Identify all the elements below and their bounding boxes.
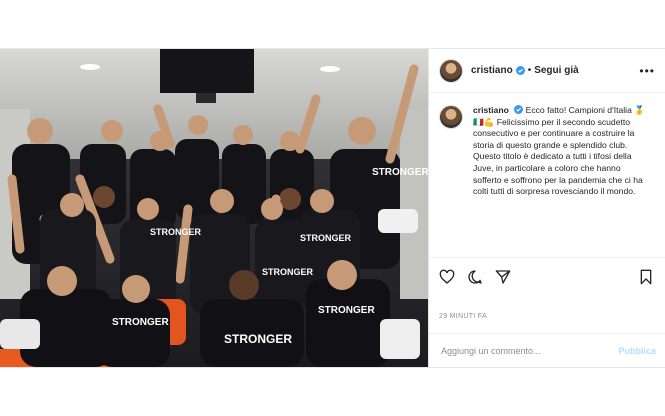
jersey-text: STRONGER [150, 227, 202, 237]
post-timestamp[interactable]: 29 MINUTI FA [439, 313, 487, 320]
instagram-post: STRONGER STRONGER STRONGER STRONGER STRO… [0, 48, 665, 368]
team-celebration-photo: STRONGER STRONGER STRONGER STRONGER STRO… [0, 49, 428, 367]
publish-button[interactable]: Pubblica [618, 346, 656, 356]
bookmark-icon[interactable] [638, 269, 654, 285]
post-photo[interactable]: STRONGER STRONGER STRONGER STRONGER STRO… [0, 49, 428, 367]
verified-badge-icon [514, 105, 524, 114]
jersey-text: STRONGER [262, 267, 314, 277]
jersey-text: STRONGER [224, 332, 292, 346]
heart-icon[interactable] [439, 269, 455, 285]
post-side-panel: cristiano • Segui già ••• cristiano Ecco… [428, 49, 665, 367]
post-header: cristiano • Segui già ••• [429, 49, 665, 93]
comment-bar: Pubblica [429, 333, 665, 367]
following-button[interactable]: Segui già [534, 65, 578, 76]
avatar[interactable] [439, 105, 463, 129]
verified-badge-icon [515, 66, 525, 75]
avatar[interactable] [439, 58, 463, 83]
jersey-text: STRONGER [300, 233, 352, 243]
jersey-text: STRONGER [372, 167, 428, 178]
share-icon[interactable] [495, 269, 511, 285]
more-options-icon[interactable]: ••• [639, 64, 655, 78]
caption-body: Ecco fatto! Campioni d'Italia 🥇🇮🇹💪 Felic… [473, 105, 645, 197]
separator-dot: • [527, 65, 532, 76]
post-actions [429, 257, 665, 295]
jersey-text: STRONGER [112, 317, 169, 328]
caption-text: cristiano Ecco fatto! Campioni d'Italia … [473, 105, 649, 241]
username-link[interactable]: cristiano [471, 65, 513, 76]
comment-icon[interactable] [467, 269, 483, 285]
caption-username[interactable]: cristiano [473, 105, 509, 115]
caption: cristiano Ecco fatto! Campioni d'Italia … [429, 93, 665, 241]
jersey-text: STRONGER [318, 305, 375, 316]
comment-input[interactable] [439, 344, 619, 357]
